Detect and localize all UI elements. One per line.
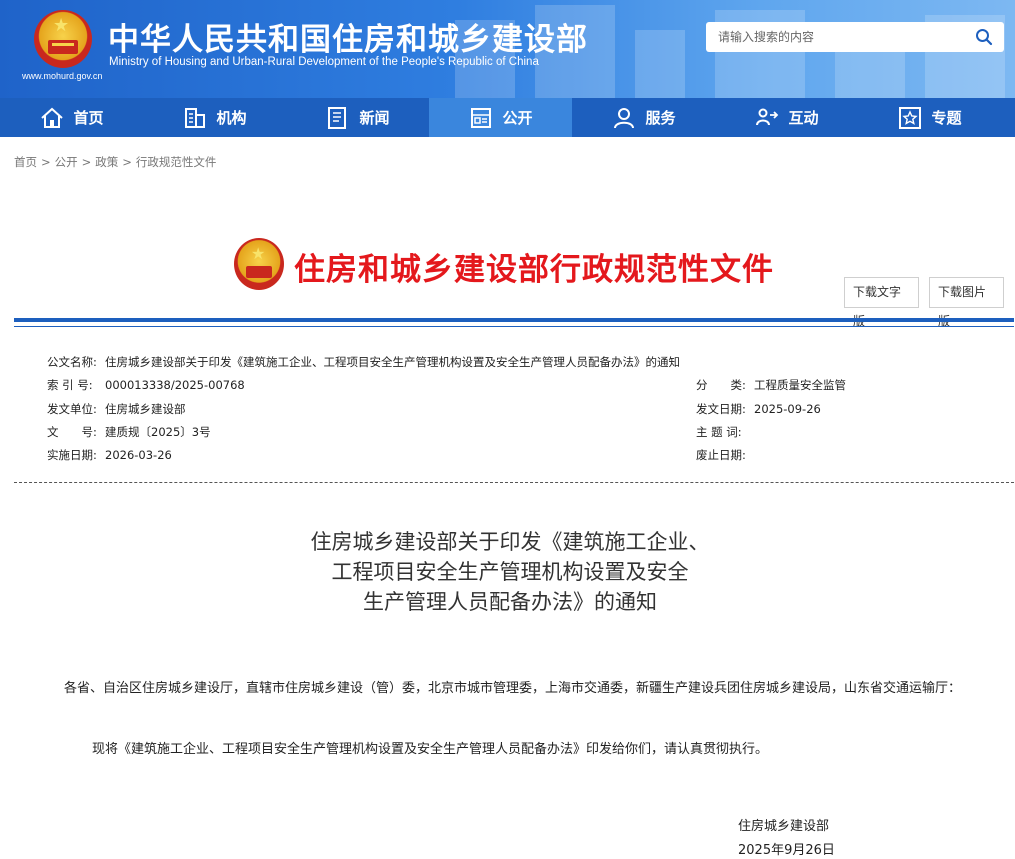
interaction-icon	[756, 108, 779, 125]
nav-item-label: 服务	[645, 109, 676, 127]
meta-value: 工程质量安全监管	[754, 378, 846, 392]
breadcrumb-home[interactable]: 首页	[14, 155, 37, 169]
meta-label: 索 引 号:	[47, 378, 93, 392]
breadcrumb-public[interactable]: 公开	[55, 155, 78, 169]
meta-effective-date: 实施日期: 2026-03-26	[47, 447, 172, 463]
nav-item-news[interactable]: 新闻	[286, 98, 429, 137]
meta-doc-no: 文 号: 建质规〔2025〕3号	[47, 424, 211, 440]
document-title: 住房城乡建设部关于印发《建筑施工企业、 工程项目安全生产管理机构设置及安全 生产…	[310, 530, 710, 614]
site-url: www.mohurd.gov.cn	[22, 71, 103, 81]
news-icon	[328, 106, 347, 129]
breadcrumb-policy[interactable]: 政策	[95, 155, 118, 169]
site-header: ★ www.mohurd.gov.cn 中华人民共和国住房和城乡建设部 Mini…	[0, 0, 1015, 98]
divider	[14, 326, 1014, 327]
nav-item-label: 新闻	[359, 109, 390, 127]
divider	[14, 318, 1014, 322]
topic-icon	[899, 106, 922, 129]
meta-value: 住房城乡建设部关于印发《建筑施工企业、工程项目安全生产管理机构设置及安全生产管理…	[105, 355, 680, 369]
nav-item-home[interactable]: 首页	[0, 98, 143, 137]
service-icon	[614, 107, 635, 128]
meta-label: 分 类:	[696, 378, 746, 392]
nav-item-interaction[interactable]: 互动	[715, 98, 858, 137]
document-body: 现将《建筑施工企业、工程项目安全生产管理机构设置及安全生产管理人员配备办法》印发…	[92, 742, 769, 757]
document-date: 2025年9月26日	[738, 843, 835, 858]
meta-label: 发文日期:	[696, 402, 746, 416]
search-box	[706, 22, 1004, 52]
home-icon	[41, 107, 64, 128]
download-image-button[interactable]: 下载图片版	[929, 277, 1004, 328]
public-icon	[471, 107, 492, 128]
meta-abolish-date: 废止日期:	[696, 447, 754, 463]
meta-label: 实施日期:	[47, 448, 97, 462]
meta-label: 主 题 词:	[696, 425, 742, 439]
star-icon: ★	[53, 15, 70, 36]
search-input[interactable]	[718, 28, 958, 46]
breadcrumb-current[interactable]: 行政规范性文件	[136, 155, 217, 169]
meta-value: 住房城乡建设部	[105, 402, 186, 416]
meta-label: 发文单位:	[47, 402, 97, 416]
nav-item-label: 互动	[788, 109, 819, 127]
meta-label: 公文名称:	[47, 355, 97, 369]
document-addressees: 各省、自治区住房城乡建设厅，直辖市住房城乡建设（管）委，北京市城市管理委，上海市…	[64, 681, 962, 696]
divider	[14, 482, 1014, 483]
meta-value: 2025-09-26	[754, 402, 821, 416]
nav-item-label: 专题	[931, 109, 962, 127]
meta-issuer: 发文单位: 住房城乡建设部	[47, 401, 186, 417]
site-subtitle: Ministry of Housing and Urban-Rural Deve…	[109, 56, 539, 68]
nav-item-topic[interactable]: 专题	[858, 98, 1001, 137]
site-title[interactable]: 中华人民共和国住房和城乡建设部	[108, 14, 588, 59]
meta-value: 000013338/2025-00768	[105, 378, 245, 392]
meta-label: 文 号:	[47, 425, 97, 439]
banner-title: 住房和城乡建设部行政规范性文件	[294, 252, 774, 288]
building-icon	[185, 107, 206, 128]
document-signature: 住房城乡建设部	[738, 819, 830, 834]
nav-item-public[interactable]: 公开	[429, 98, 572, 137]
meta-category: 分 类: 工程质量安全监管	[696, 377, 846, 393]
breadcrumb: 首页 > 公开 > 政策 > 行政规范性文件	[14, 155, 217, 169]
meta-subject: 主 题 词:	[696, 424, 754, 440]
meta-doc-name: 公文名称: 住房城乡建设部关于印发《建筑施工企业、工程项目安全生产管理机构设置及安…	[47, 354, 680, 370]
search-icon[interactable]	[974, 27, 994, 47]
meta-issue-date: 发文日期: 2025-09-26	[696, 401, 821, 417]
main-nav: 首页 机构 新闻 公开 服务 互动 专题	[0, 98, 1015, 137]
nav-item-label: 机构	[216, 109, 247, 127]
meta-index: 索 引 号: 000013338/2025-00768	[47, 377, 245, 393]
nav-item-service[interactable]: 服务	[572, 98, 715, 137]
nav-item-label: 首页	[73, 109, 104, 127]
meta-value: 2026-03-26	[105, 448, 172, 462]
national-emblem-icon: ★	[234, 238, 284, 290]
download-text-button[interactable]: 下载文字版	[844, 277, 919, 328]
national-emblem-logo[interactable]: ★	[34, 10, 92, 68]
nav-item-org[interactable]: 机构	[143, 98, 286, 137]
meta-value: 建质规〔2025〕3号	[105, 425, 211, 439]
meta-label: 废止日期:	[696, 448, 746, 462]
nav-item-label: 公开	[502, 109, 533, 127]
